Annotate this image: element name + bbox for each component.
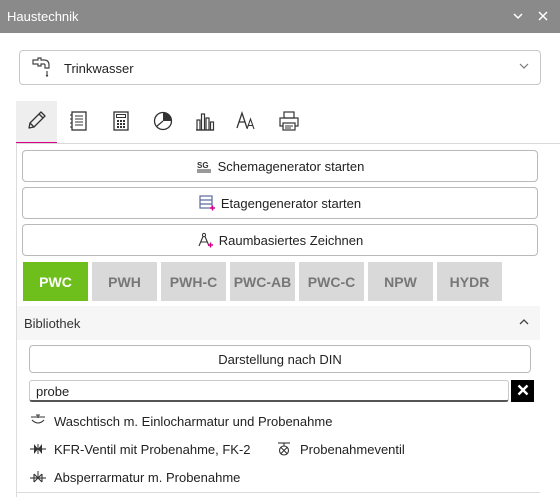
- printer-icon: [278, 110, 300, 135]
- search-value: probe: [36, 384, 70, 399]
- window-title: Haustechnik: [7, 9, 79, 24]
- check-valve-icon: [29, 441, 47, 457]
- shutoff-valve-icon: [29, 469, 47, 485]
- library-item-label: KFR-Ventil mit Probenahme, FK-2: [54, 441, 251, 457]
- close-icon[interactable]: [533, 6, 553, 26]
- tab-chart[interactable]: [142, 101, 183, 144]
- category-hydr[interactable]: HYDR: [437, 262, 502, 301]
- library-item-label: Waschtisch m. Einlocharmatur und Probena…: [54, 413, 333, 429]
- category-pwc-c[interactable]: PWC-C: [299, 262, 364, 301]
- chevron-down-icon: [518, 60, 530, 75]
- library-item[interactable]: KFR-Ventil mit Probenahme, FK-2: [29, 439, 251, 459]
- divider: [17, 492, 540, 493]
- tab-print[interactable]: [268, 101, 309, 144]
- tool-tabs: [16, 101, 560, 144]
- tab-list[interactable]: [58, 101, 99, 144]
- tab-text[interactable]: [226, 101, 267, 144]
- raumbasiert-label: Raumbasiertes Zeichnen: [218, 232, 364, 248]
- washbasin-icon: [29, 413, 47, 429]
- library-item[interactable]: Absperrarmatur m. Probenahme: [29, 467, 240, 487]
- category-npw[interactable]: NPW: [368, 262, 433, 301]
- system-dropdown[interactable]: Trinkwasser: [19, 50, 541, 85]
- floor-icon: [199, 195, 215, 211]
- list-icon: [68, 110, 90, 135]
- tab-draw[interactable]: [16, 101, 57, 144]
- din-display-button[interactable]: Darstellung nach DIN: [29, 345, 531, 373]
- faucet-icon: [30, 57, 54, 82]
- bar-chart-icon: [194, 110, 216, 135]
- etagengenerator-button[interactable]: Etagengenerator starten: [22, 187, 538, 219]
- category-pwh[interactable]: PWH: [92, 262, 157, 301]
- compass-icon: [197, 232, 213, 248]
- library-title: Bibliothek: [24, 316, 81, 331]
- library-section-header[interactable]: Bibliothek: [17, 306, 540, 340]
- schemagenerator-button[interactable]: SG Schemagenerator starten: [22, 150, 538, 182]
- sampling-valve-icon: [275, 441, 293, 457]
- library-item-label: Probenahmeventil: [300, 441, 405, 457]
- dropdown-value: Trinkwasser: [64, 61, 134, 76]
- category-pwh-c[interactable]: PWH-C: [161, 262, 226, 301]
- chevron-down-icon[interactable]: [508, 6, 528, 26]
- text-size-icon: [235, 110, 259, 135]
- chevron-up-icon: [518, 316, 530, 331]
- raumbasiert-button[interactable]: Raumbasiertes Zeichnen: [22, 224, 538, 256]
- calculator-icon: [110, 110, 132, 135]
- title-bar: Haustechnik: [0, 0, 560, 33]
- library-item[interactable]: Waschtisch m. Einlocharmatur und Probena…: [29, 411, 332, 431]
- schema-icon: SG: [196, 159, 212, 173]
- library-search-input[interactable]: probe: [29, 380, 509, 402]
- category-pwc[interactable]: PWC: [23, 262, 88, 301]
- pie-chart-icon: [152, 110, 174, 135]
- tab-calc[interactable]: [100, 101, 141, 144]
- pencil-icon: [26, 109, 48, 134]
- category-pwc-ab[interactable]: PWC-AB: [230, 262, 295, 301]
- clear-search-button[interactable]: [511, 380, 534, 402]
- close-icon: [517, 384, 529, 399]
- svg-text:SG: SG: [197, 161, 209, 170]
- schemagenerator-label: Schemagenerator starten: [217, 158, 365, 174]
- tab-bars[interactable]: [184, 101, 225, 144]
- library-item[interactable]: Probenahmeventil: [275, 439, 405, 459]
- etagengenerator-label: Etagengenerator starten: [220, 195, 362, 211]
- library-item-label: Absperrarmatur m. Probenahme: [54, 469, 241, 485]
